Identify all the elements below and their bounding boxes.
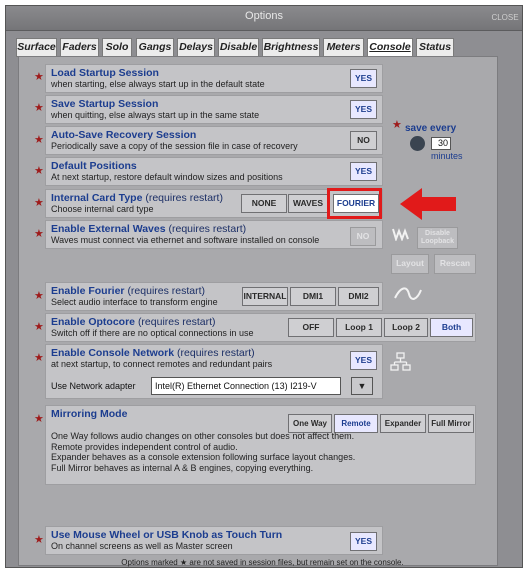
external-waves-row: Enable External Waves (requires restart)… (45, 220, 383, 249)
auto-save-toggle[interactable]: NO (350, 131, 377, 150)
waves-logo-icon (392, 228, 409, 241)
layout-button[interactable]: Layout (391, 254, 429, 274)
title-bar: Options CLOSE (6, 6, 522, 31)
tab-meters[interactable]: Meters (323, 38, 364, 57)
mirroring-line: Remote provides independent control of a… (51, 441, 238, 452)
auto-save-row: Auto-Save Recovery Session Periodically … (45, 126, 383, 155)
row-title: Save Startup Session (51, 98, 159, 110)
unsaved-star-icon: ★ (34, 197, 44, 209)
tab-disable[interactable]: Disable (218, 38, 259, 57)
tab-surface[interactable]: Surface (16, 38, 57, 57)
optocore-loop1-option[interactable]: Loop 1 (336, 318, 382, 337)
fourier-logo-icon (394, 287, 422, 300)
footer-note: Options marked ★ are not saved in sessio… (121, 558, 404, 567)
network-adapter-label: Use Network adapter (51, 381, 136, 391)
unsaved-star-icon: ★ (34, 102, 44, 114)
external-waves-toggle[interactable]: NO (350, 227, 376, 246)
row-description: at next startup, to connect remotes and … (51, 359, 273, 369)
optocore-loop2-option[interactable]: Loop 2 (384, 318, 428, 337)
unsaved-star-icon: ★ (34, 228, 44, 240)
row-description: At next startup, restore default window … (51, 172, 283, 182)
fourier-dmi2-option[interactable]: DMI2 (338, 287, 379, 306)
default-positions-toggle[interactable]: YES (350, 162, 377, 181)
card-none-option[interactable]: NONE (241, 194, 287, 213)
row-description: On channel screens as well as Master scr… (51, 541, 233, 551)
row-title: Default Positions (51, 160, 137, 172)
optocore-off-option[interactable]: OFF (288, 318, 334, 337)
row-title: Auto-Save Recovery Session (51, 129, 197, 141)
minutes-label: minutes (431, 151, 463, 161)
rescan-button[interactable]: Rescan (434, 254, 476, 274)
mirroring-expander-option[interactable]: Expander (380, 414, 426, 433)
save-startup-session-row: Save Startup Session when quitting, else… (45, 95, 383, 124)
row-description: Choose internal card type (51, 204, 154, 214)
network-icon (390, 352, 411, 371)
mirroring-line: Expander behaves as a console extension … (51, 452, 356, 462)
mirroring-line: Full Mirror behaves as internal A & B en… (51, 462, 314, 473)
chevron-down-icon[interactable]: ▼ (351, 377, 373, 395)
unsaved-star-icon: ★ (34, 165, 44, 177)
save-interval-field[interactable]: 30 (431, 137, 451, 150)
unsaved-star-icon: ★ (34, 134, 44, 146)
console-network-toggle[interactable]: YES (350, 351, 377, 370)
tab-brightness[interactable]: Brightness (262, 38, 320, 57)
window-title: Options (245, 10, 283, 22)
row-title: Use Mouse Wheel or USB Knob as Touch Tur… (51, 529, 283, 541)
fourier-dmi1-option[interactable]: DMI1 (290, 287, 336, 306)
optocore-both-option[interactable]: Both (430, 318, 473, 337)
highlight-box (327, 188, 382, 219)
interval-knob-icon[interactable] (410, 136, 425, 151)
mouse-wheel-row: Use Mouse Wheel or USB Knob as Touch Tur… (45, 526, 383, 555)
unsaved-star-icon: ★ (34, 534, 44, 546)
mirroring-description: One Way follows audio changes on other c… (51, 431, 355, 473)
enable-optocore-row: Enable Optocore (requires restart) Switc… (45, 313, 476, 342)
row-title: Enable Optocore (requires restart) (51, 316, 216, 328)
row-title: Enable External Waves (requires restart) (51, 223, 247, 235)
row-title: Load Startup Session (51, 67, 159, 79)
row-description: Waves must connect via ethernet and soft… (51, 235, 320, 245)
save-startup-toggle[interactable]: YES (350, 100, 377, 119)
row-title: Enable Console Network (requires restart… (51, 347, 255, 359)
load-startup-toggle[interactable]: YES (350, 69, 377, 88)
disable-loopback-button[interactable]: Disable Loopback (417, 227, 458, 249)
load-startup-session-row: Load Startup Session when starting, else… (45, 64, 383, 93)
mirroring-line: One Way follows audio changes on other c… (51, 431, 355, 441)
card-waves-option[interactable]: WAVES (288, 194, 328, 213)
tab-solo[interactable]: Solo (102, 38, 132, 57)
close-button[interactable]: CLOSE (488, 7, 522, 28)
row-description: Switch off if there are no optical conne… (51, 328, 254, 338)
row-title: Enable Fourier (requires restart) (51, 285, 206, 297)
unsaved-star-icon: ★ (34, 413, 44, 425)
mouse-wheel-toggle[interactable]: YES (350, 532, 377, 551)
mirroring-mode-row: Mirroring Mode One Way Remote Expander F… (45, 405, 476, 485)
unsaved-star-icon: ★ (392, 119, 402, 131)
tab-status[interactable]: Status (416, 38, 454, 57)
tab-faders[interactable]: Faders (60, 38, 99, 57)
save-every-label: save every (405, 123, 457, 134)
console-network-row: Enable Console Network (requires restart… (45, 344, 383, 399)
network-adapter-select[interactable]: Intel(R) Ethernet Connection (13) I219-V (151, 377, 341, 395)
unsaved-star-icon: ★ (34, 321, 44, 333)
unsaved-star-icon: ★ (34, 352, 44, 364)
tab-gangs[interactable]: Gangs (136, 38, 174, 57)
unsaved-star-icon: ★ (34, 290, 44, 302)
default-positions-row: Default Positions At next startup, resto… (45, 157, 383, 186)
enable-fourier-row: Enable Fourier (requires restart) Select… (45, 282, 383, 311)
row-title: Internal Card Type (requires restart) (51, 192, 223, 204)
row-title: Mirroring Mode (51, 408, 128, 420)
tab-delays[interactable]: Delays (177, 38, 215, 57)
red-arrow-icon (400, 188, 456, 220)
row-description: Periodically save a copy of the session … (51, 141, 298, 151)
row-description: when quitting, else always start up in t… (51, 110, 260, 120)
mirroring-full-mirror-option[interactable]: Full Mirror (428, 414, 474, 433)
row-description: Select audio interface to transform engi… (51, 297, 218, 307)
fourier-internal-option[interactable]: INTERNAL (242, 287, 288, 306)
unsaved-star-icon: ★ (34, 71, 44, 83)
row-description: when starting, else always start up in t… (51, 79, 265, 89)
